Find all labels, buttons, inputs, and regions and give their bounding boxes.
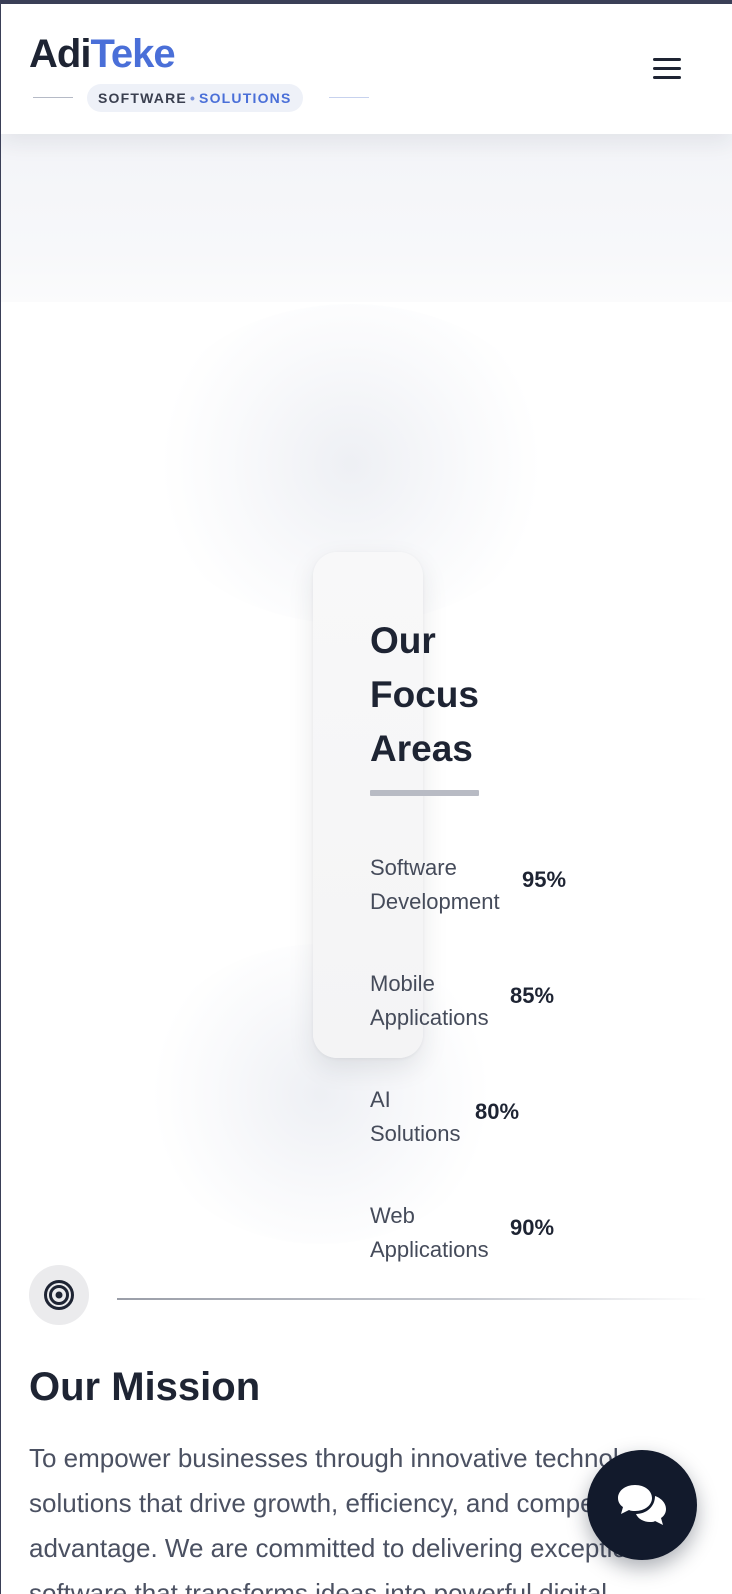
logo-text-part2: Teke: [90, 32, 175, 76]
mission-title: Our Mission: [29, 1365, 261, 1409]
mission-divider: [117, 1298, 707, 1300]
mission-icon-badge: [29, 1265, 89, 1325]
tagline-divider-left: [33, 97, 73, 98]
chat-button[interactable]: [587, 1450, 697, 1560]
tagline-divider-right: [329, 97, 369, 98]
tagline-wrap: SOFTWARE • SOLUTIONS: [29, 82, 374, 112]
focus-item-label-line: Mobile: [370, 971, 435, 996]
tagline-separator: •: [189, 90, 197, 106]
hero-background: [1, 134, 732, 302]
tagline-badge: SOFTWARE • SOLUTIONS: [87, 84, 303, 112]
page: AdiTeke SOFTWARE • SOLUTIONS Our Focus Are…: [0, 0, 732, 1594]
logo-text-part1: Adi: [29, 32, 91, 76]
focus-item-label-line: AI: [370, 1087, 391, 1112]
target-icon: [44, 1280, 74, 1310]
focus-title-underline: [370, 790, 479, 796]
focus-item-label-line: Applications: [370, 1237, 489, 1262]
focus-item-percent: 85%: [510, 983, 555, 1008]
focus-item-label-line: Development: [370, 889, 500, 914]
menu-bar-bottom: [653, 76, 681, 79]
logo[interactable]: AdiTeke: [29, 30, 176, 78]
focus-item-label-line: Solutions: [370, 1121, 461, 1146]
tagline-software: SOFTWARE: [98, 90, 187, 106]
site-header: AdiTeke SOFTWARE • SOLUTIONS: [1, 4, 732, 134]
focus-item-percent: 90%: [510, 1215, 555, 1240]
menu-bar-top: [653, 58, 681, 61]
tagline-solutions: SOLUTIONS: [199, 90, 292, 106]
focus-item-label: AI Solutions: [370, 1083, 461, 1151]
focus-item-label: Web Applications: [370, 1199, 489, 1267]
menu-bar-middle: [653, 67, 681, 70]
hamburger-menu-icon[interactable]: [651, 54, 683, 82]
chat-bubbles-icon: [618, 1485, 666, 1525]
focus-item-label: Mobile Applications: [370, 967, 489, 1035]
focus-item-percent: 80%: [475, 1099, 520, 1124]
focus-item-label: Software Development: [370, 851, 500, 919]
focus-item-label-line: Applications: [370, 1005, 489, 1030]
focus-item-label-line: Web: [370, 1203, 415, 1228]
focus-item-label-line: Software: [370, 855, 457, 880]
focus-item-percent: 95%: [522, 867, 567, 892]
focus-areas-title: Our Focus Areas: [370, 620, 479, 769]
